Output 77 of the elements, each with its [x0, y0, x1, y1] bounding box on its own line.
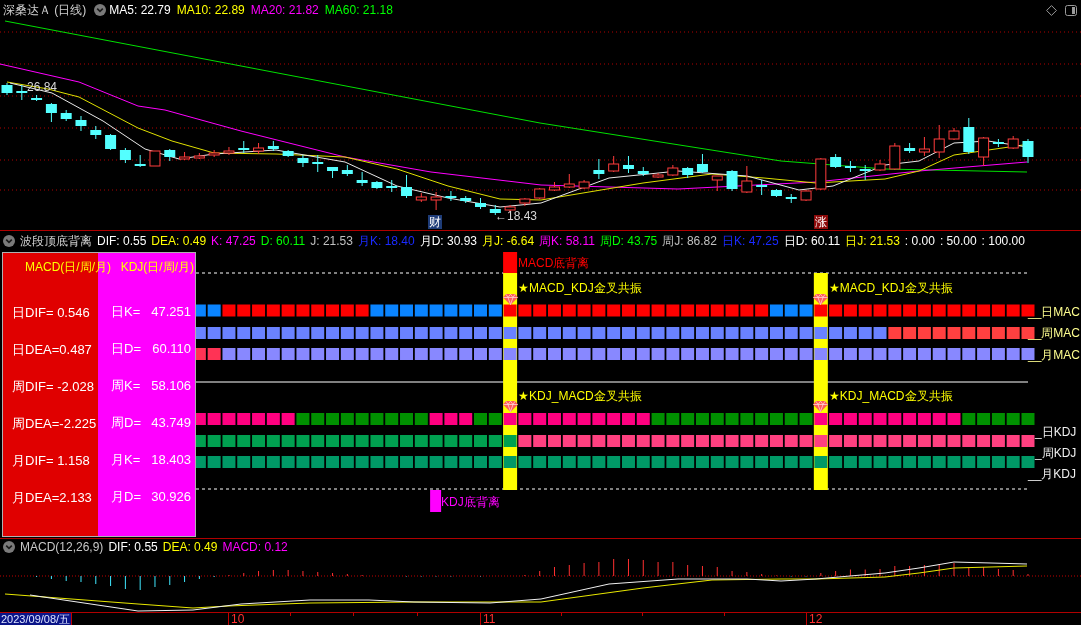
table-cell: 周DIF= -2.028: [12, 378, 94, 394]
row-label: _日KDJ: [1035, 425, 1077, 439]
diamond-icon[interactable]: [1046, 4, 1057, 16]
date-cursor: 2023/09/08/五: [0, 613, 73, 625]
table-cell: 日DEA=0.487: [12, 341, 92, 357]
table-cell: 43.749: [151, 415, 191, 430]
indicator-value: MA20: 21.82: [250, 3, 319, 17]
gem-icon: [502, 293, 518, 305]
row-label: __周MAC: [1028, 326, 1080, 340]
indicator-value: MACD: 0.12: [222, 540, 288, 554]
gem-icon: [813, 401, 829, 412]
table-cell: 月DEA=2.133: [12, 489, 92, 505]
signal-label: ★KDJ_MACD金叉共振: [518, 389, 642, 403]
indicator-value: 日K: 47.25: [721, 234, 779, 248]
indicator-value: DEA: 0.49: [151, 234, 207, 248]
indicator-value: DIF: 0.55: [97, 234, 147, 248]
table-cell: 30.926: [151, 489, 191, 504]
indicator-value: 周J: 86.82: [662, 234, 717, 248]
axis-tick: [353, 613, 354, 616]
row-label: __月MAC: [1028, 348, 1080, 362]
indicator-value: DEA: 0.49: [162, 540, 218, 554]
table-cell: 月K=: [111, 452, 141, 467]
month-label: 11: [480, 613, 496, 625]
indicator-value: : 50.00: [939, 234, 977, 248]
axis-tick: [417, 613, 418, 616]
signal-label: ★MACD_KDJ金叉共振: [828, 281, 953, 295]
row-label: _周KDJ: [1035, 446, 1077, 460]
indicator-value: 日J: 21.53: [845, 234, 900, 248]
table-cell: 日D=: [111, 341, 141, 356]
indicator-value: 月D: 30.93: [419, 234, 478, 248]
chevron-down-icon[interactable]: [3, 235, 15, 247]
month-label: 10: [228, 613, 245, 625]
table-cell: 日DIF= 0.546: [12, 304, 90, 320]
table-cell: 日K=: [111, 304, 141, 319]
table-cell: 月DIF= 1.158: [12, 452, 90, 468]
axis-tick: [642, 613, 643, 616]
gem-icon: [502, 401, 518, 412]
indicator-value: MA5: 22.79: [109, 3, 171, 17]
month-label: 12: [806, 613, 823, 625]
table-cell: 58.106: [151, 378, 191, 393]
indicator-value: : 100.00: [981, 234, 1025, 248]
indicator-value: 周D: 43.75: [599, 234, 658, 248]
indicator-value: 周K: 58.11: [539, 234, 595, 248]
indicator-value: 月J: -6.64: [482, 234, 535, 248]
table-cell: 47.251: [151, 304, 191, 319]
row-label: __日MAC: [1028, 305, 1080, 319]
indicator-value: K: 47.25: [211, 234, 256, 248]
axis-tick: [724, 613, 725, 616]
indicator-value: : 0.00: [904, 234, 935, 248]
chevron-down-icon[interactable]: [94, 4, 107, 16]
signal-label: ★MACD_KDJ金叉共振: [518, 281, 642, 295]
signal-label: ★KDJ_MACD金叉共振: [828, 389, 953, 403]
axis-tick: [561, 613, 562, 616]
table-cell: 60.110: [152, 341, 191, 356]
panel-icon[interactable]: [1065, 4, 1077, 16]
indicator-title: MACD(12,26,9): [20, 540, 104, 554]
indicator-value: 日D: 60.11: [783, 234, 841, 248]
indicator-value: DIF: 0.55: [108, 540, 158, 554]
row-label: __月KDJ: [1028, 467, 1077, 481]
gem-icon: [813, 293, 829, 305]
chevron-down-icon[interactable]: [3, 541, 15, 553]
divergence-label: MACD底背离: [518, 256, 590, 270]
indicator-title: 波段顶底背离: [20, 234, 92, 248]
table-cell: 18.403: [151, 452, 191, 467]
divergence-label: KDJ底背离: [441, 495, 500, 509]
indicator-value: MA10: 22.89: [176, 3, 245, 17]
indicator-value: D: 60.11: [260, 234, 306, 248]
table-cell: 周DEA=-2.225: [12, 415, 97, 431]
axis-tick: [290, 613, 291, 616]
indicator-value: 月K: 18.40: [357, 234, 415, 248]
table-cell: 月D=: [111, 489, 141, 504]
table-heading: KDJ(日/周/月): [120, 260, 194, 274]
table-cell: 周D=: [111, 415, 141, 430]
indicator-value: MA60: 21.18: [324, 3, 393, 17]
stock-title: 深桑达Ａ (日线): [3, 3, 87, 17]
indicator-value: J: 21.53: [310, 234, 353, 248]
table-cell: 周K=: [111, 378, 141, 393]
